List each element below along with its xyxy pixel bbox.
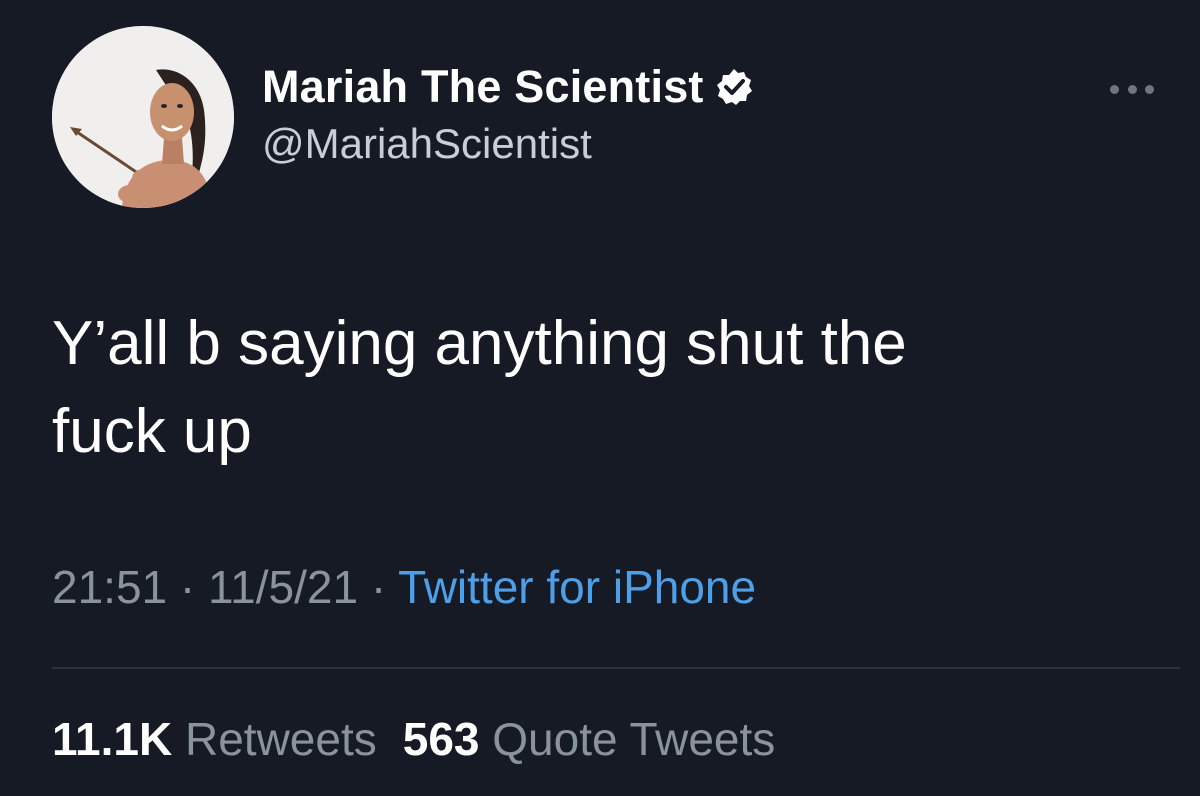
quote-tweets-count: 563 xyxy=(402,713,480,765)
divider xyxy=(52,667,1180,669)
tweet-source-link[interactable]: Twitter for iPhone xyxy=(398,561,756,613)
user-handle[interactable]: @MariahScientist xyxy=(262,120,754,168)
more-dot xyxy=(1145,84,1154,94)
tweet-time[interactable]: 21:51 xyxy=(52,561,167,613)
tweet-text: Y’all b saying anything shut the fuck up xyxy=(52,309,907,466)
quote-tweets-label: Quote Tweets xyxy=(492,713,776,765)
meta-separator: · xyxy=(358,561,399,613)
more-dot xyxy=(1110,84,1119,94)
more-dot xyxy=(1127,84,1137,94)
tweet-stats: 11.1K Retweets 563 Quote Tweets xyxy=(52,712,801,766)
tweet-date[interactable]: 11/5/21 xyxy=(208,561,358,613)
more-options-icon[interactable] xyxy=(1110,80,1154,98)
retweets-label: Retweets xyxy=(185,713,377,765)
meta-separator: · xyxy=(167,561,209,613)
tweet-card: Mariah The Scientist @MariahScientist Y’… xyxy=(0,0,1200,796)
verified-badge-icon xyxy=(714,67,754,107)
user-info: Mariah The Scientist @MariahScientist xyxy=(262,58,754,168)
avatar-image xyxy=(52,26,234,208)
display-name[interactable]: Mariah The Scientist xyxy=(262,61,704,113)
retweets-stat[interactable]: 11.1K Retweets xyxy=(52,712,377,766)
quote-tweets-stat[interactable]: 563 Quote Tweets xyxy=(403,712,776,766)
avatar[interactable] xyxy=(52,26,234,208)
tweet-meta: 21:51 · 11/5/21 · Twitter for iPhone xyxy=(52,560,756,614)
retweets-count: 11.1K xyxy=(52,713,173,765)
display-name-row: Mariah The Scientist xyxy=(262,58,754,116)
